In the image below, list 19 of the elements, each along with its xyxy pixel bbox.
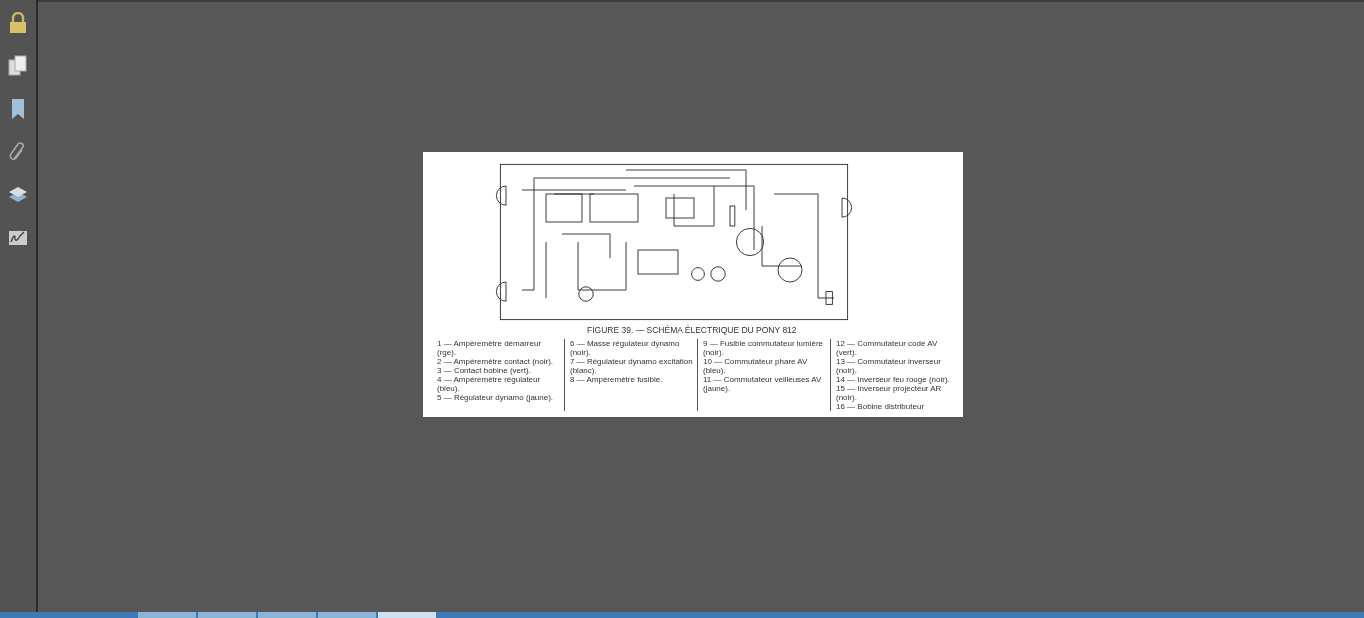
legend-entry: 7 — Régulateur dynamo excitation (blanc).	[570, 357, 694, 375]
legend-entry: 2 — Ampèremètre contact (noir).	[437, 357, 555, 366]
lock-icon[interactable]	[7, 12, 29, 34]
legend-entry: 3 — Contact bobine (vert).	[437, 366, 532, 375]
legend-entry: 10 — Commutateur phare AV (bleu).	[703, 357, 809, 375]
legend-entry: 6 — Masse régulateur dynamo (noir).	[570, 339, 681, 357]
legend-entry: 1 — Ampèremètre démarreur (rge).	[437, 339, 543, 357]
legend-entry: 4 — Ampèremètre régulateur (bleu).	[437, 375, 542, 393]
legend-entry: 16 — Bobine distributeur	[836, 402, 926, 411]
legend-entry: 8 — Ampèremètre fusible.	[570, 375, 664, 384]
legend-entry: 11 — Commutateur veilleuses AV (jaune).	[703, 375, 823, 393]
legend-entry: 9 — Fusible commutateur lumière (noir).	[703, 339, 825, 357]
legend-entry: 5 — Régulateur dynamo (jaune).	[437, 393, 555, 402]
legend-entry: 14 — Inverseur feu rouge (noir).	[836, 375, 951, 384]
figure-caption: FIGURE 39. — SCHÉMA ÉLECTRIQUE DU PONY 812	[587, 325, 797, 335]
legend-entry: 13 — Commutateur inverseur (noir).	[836, 357, 942, 375]
legend-entry: 15 — Inverseur projecteur AR (noir).	[836, 384, 943, 402]
legend-entry: 12 — Commutateur code AV (vert).	[836, 339, 939, 357]
pages-icon[interactable]	[7, 55, 29, 77]
